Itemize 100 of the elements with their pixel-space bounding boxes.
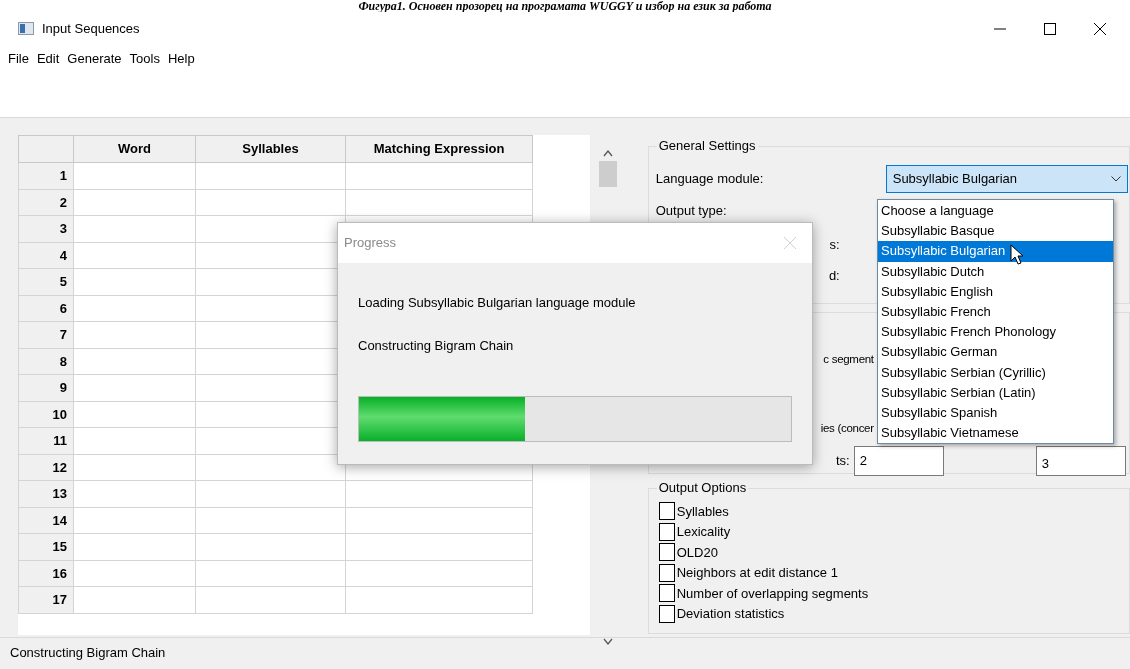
- row-number: 2: [18, 189, 74, 216]
- row-number: 13: [18, 480, 74, 507]
- dropdown-option[interactable]: Subsyllabic Bulgarian: [878, 241, 1113, 262]
- table-cell[interactable]: [345, 560, 533, 587]
- dialog-message: Loading Subsyllabic Bulgarian language module: [358, 294, 636, 312]
- checkbox-label: Syllables: [676, 502, 729, 521]
- column-header[interactable]: Word: [73, 135, 196, 163]
- field-label: ies (concer: [820, 422, 874, 435]
- field-label: Output type:: [654, 202, 728, 220]
- field-label: s:: [829, 236, 840, 252]
- table-cell[interactable]: [73, 162, 196, 189]
- row-number: 1: [18, 162, 74, 189]
- row-number: 8: [18, 348, 74, 375]
- table-cell[interactable]: [73, 321, 196, 348]
- table-cell[interactable]: [73, 427, 196, 454]
- dropdown-option[interactable]: Subsyllabic English: [878, 281, 1113, 302]
- checkbox-label: Number of overlapping segments: [676, 584, 869, 603]
- checkbox-label: Deviation statistics: [676, 605, 785, 623]
- table-cell[interactable]: [195, 189, 346, 216]
- row-number: 3: [18, 215, 74, 242]
- dialog-message: Constructing Bigram Chain: [358, 336, 514, 355]
- dropdown-option[interactable]: Subsyllabic Serbian (Cyrillic): [878, 362, 1113, 383]
- dropdown-option[interactable]: Subsyllabic French Phonology: [878, 322, 1113, 343]
- number-field[interactable]: 2: [853, 445, 944, 476]
- dropdown-option[interactable]: Subsyllabic Basque: [878, 221, 1113, 242]
- close-icon[interactable]: [784, 237, 796, 249]
- table-cell[interactable]: [345, 507, 533, 534]
- table-cell[interactable]: [195, 533, 346, 560]
- chevron-down-icon: [1110, 176, 1121, 182]
- dialog-title: Progress: [344, 234, 397, 253]
- table-cell[interactable]: [195, 162, 346, 189]
- column-header[interactable]: Matching Expression: [345, 135, 533, 163]
- checkbox[interactable]: [658, 563, 675, 582]
- scroll-up-icon[interactable]: [602, 149, 613, 157]
- group-title: General Settings: [656, 138, 758, 154]
- table-cell[interactable]: [345, 586, 533, 613]
- scroll-down-icon[interactable]: [602, 638, 613, 646]
- scrollbar-thumb[interactable]: [598, 161, 617, 187]
- checkbox[interactable]: [658, 543, 675, 562]
- window-title: Input Sequences: [42, 19, 140, 38]
- table-cell[interactable]: [73, 454, 196, 481]
- maximize-icon: [1044, 22, 1056, 35]
- checkbox-label: Lexicality: [676, 523, 731, 541]
- number-field[interactable]: 3: [1035, 445, 1126, 476]
- row-number: 16: [18, 560, 74, 587]
- dropdown-option[interactable]: Choose a language: [878, 201, 1113, 222]
- figure-caption: Фигура1. Основен прозорец на програмата WUGGY и избор на език за работа: [0, 0, 1130, 12]
- table-cell[interactable]: [345, 162, 533, 189]
- menu-item[interactable]: Generate: [63, 48, 126, 69]
- dropdown-option[interactable]: Subsyllabic French: [878, 301, 1113, 323]
- field-label: d:: [828, 268, 840, 283]
- checkbox[interactable]: [658, 502, 675, 521]
- dropdown-option[interactable]: Subsyllabic Serbian (Latin): [878, 382, 1113, 403]
- table-cell[interactable]: [73, 215, 196, 242]
- table-cell[interactable]: [73, 295, 196, 322]
- table-cell[interactable]: [73, 586, 196, 613]
- table-cell[interactable]: [73, 480, 196, 507]
- checkbox-label: Neighbors at edit distance 1: [676, 564, 838, 582]
- checkbox[interactable]: [658, 584, 675, 603]
- table-cell[interactable]: [345, 480, 533, 507]
- checkbox[interactable]: [658, 604, 675, 623]
- dropdown-option[interactable]: Subsyllabic German: [878, 342, 1113, 363]
- checkbox[interactable]: [658, 522, 675, 541]
- menu-item[interactable]: Help: [163, 48, 199, 69]
- table-cell[interactable]: [73, 401, 196, 428]
- row-number: 10: [18, 401, 74, 428]
- table-cell[interactable]: [345, 189, 533, 216]
- table-cell[interactable]: [73, 560, 196, 587]
- language-select[interactable]: Subsyllabic Bulgarian: [885, 165, 1128, 193]
- menu-item[interactable]: Tools: [125, 48, 164, 69]
- row-number: 11: [18, 427, 74, 454]
- row-number: 4: [18, 242, 74, 269]
- table-cell[interactable]: [195, 586, 346, 613]
- table-cell[interactable]: [73, 533, 196, 560]
- table-cell[interactable]: [73, 507, 196, 534]
- table-cell[interactable]: [73, 348, 196, 375]
- row-number: 5: [18, 268, 74, 295]
- table-cell[interactable]: [195, 480, 346, 507]
- dropdown-option[interactable]: Subsyllabic Dutch: [878, 261, 1113, 282]
- row-number: 12: [18, 454, 74, 481]
- table-cell[interactable]: [195, 560, 346, 587]
- table-cell[interactable]: [73, 242, 196, 269]
- table-cell[interactable]: [73, 374, 196, 401]
- table-cell[interactable]: [345, 533, 533, 560]
- table-cell[interactable]: [73, 189, 196, 216]
- column-header[interactable]: Syllables: [195, 135, 346, 163]
- row-number: 15: [18, 533, 74, 560]
- dropdown-option[interactable]: Subsyllabic Vietnamese: [878, 423, 1113, 444]
- row-number: 6: [18, 295, 74, 322]
- table-cell[interactable]: [195, 507, 346, 534]
- table-cell[interactable]: [73, 268, 196, 295]
- dropdown-option[interactable]: Subsyllabic Spanish: [878, 402, 1113, 424]
- field-label: Language module:: [655, 170, 765, 189]
- row-number: 9: [18, 374, 74, 401]
- menu-item[interactable]: Edit: [32, 48, 64, 69]
- row-number: 7: [18, 321, 74, 348]
- checkbox-label: OLD20: [676, 543, 718, 562]
- menu-item[interactable]: File: [4, 48, 33, 69]
- group-title: Output Options: [656, 480, 749, 496]
- row-number: 17: [18, 586, 74, 613]
